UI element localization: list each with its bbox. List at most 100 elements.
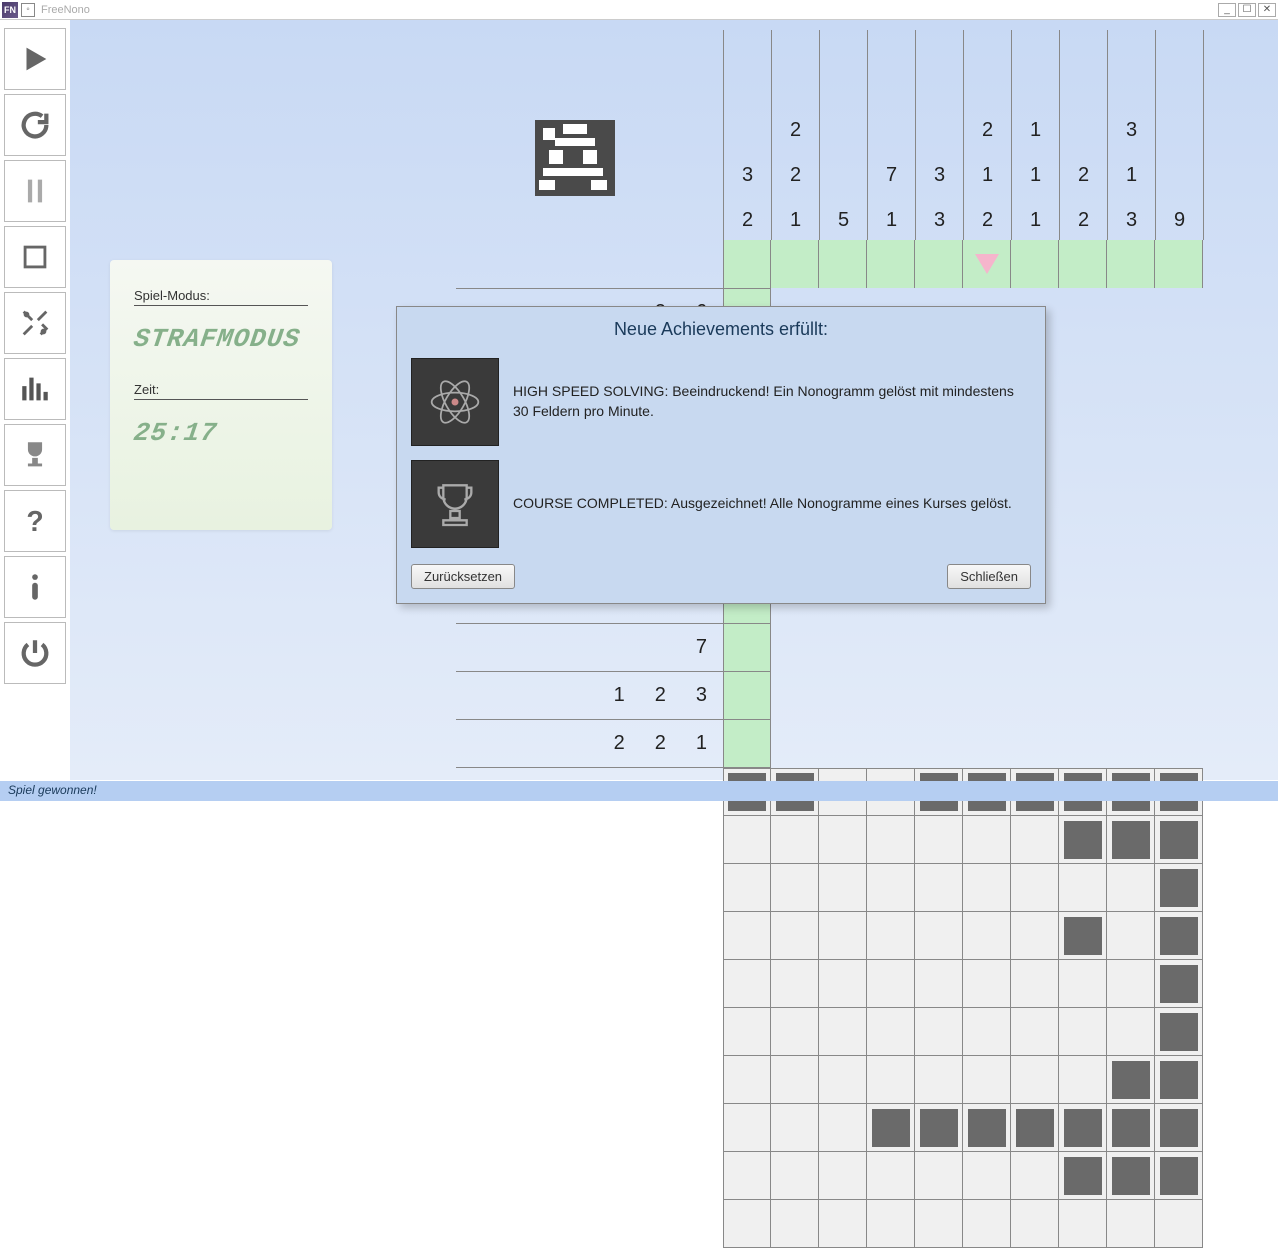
grid-cell[interactable] [1107, 1200, 1155, 1248]
grid-cell[interactable] [819, 1152, 867, 1200]
sys-menu-icon[interactable]: ◦ [21, 3, 35, 17]
settings-button[interactable] [4, 292, 66, 354]
grid-cell[interactable] [867, 864, 915, 912]
grid-cell[interactable] [771, 1152, 819, 1200]
grid-cell[interactable] [963, 1056, 1011, 1104]
grid-cell[interactable] [723, 1008, 771, 1056]
grid-cell[interactable] [1059, 1200, 1107, 1248]
pause-button[interactable] [4, 160, 66, 222]
grid-cell[interactable] [819, 912, 867, 960]
stop-button[interactable] [4, 226, 66, 288]
achievements-button[interactable] [4, 424, 66, 486]
grid-cell[interactable] [1155, 912, 1203, 960]
grid-cell[interactable] [1059, 1056, 1107, 1104]
grid-cell[interactable] [771, 864, 819, 912]
grid-cell[interactable] [963, 816, 1011, 864]
grid-cell[interactable] [867, 912, 915, 960]
nonogram-grid[interactable] [723, 768, 1203, 1248]
grid-cell[interactable] [1011, 816, 1059, 864]
grid-cell[interactable] [1107, 816, 1155, 864]
close-button[interactable]: ✕ [1258, 3, 1276, 17]
grid-cell[interactable] [723, 816, 771, 864]
maximize-button[interactable]: ☐ [1238, 3, 1256, 17]
grid-cell[interactable] [963, 1104, 1011, 1152]
grid-cell[interactable] [1011, 1152, 1059, 1200]
grid-cell[interactable] [1155, 1056, 1203, 1104]
grid-cell[interactable] [1011, 1008, 1059, 1056]
grid-cell[interactable] [1107, 912, 1155, 960]
grid-cell[interactable] [1059, 1104, 1107, 1152]
grid-cell[interactable] [1155, 1008, 1203, 1056]
grid-cell[interactable] [771, 1008, 819, 1056]
grid-cell[interactable] [771, 1056, 819, 1104]
grid-cell[interactable] [819, 1104, 867, 1152]
grid-cell[interactable] [1011, 1200, 1059, 1248]
grid-cell[interactable] [915, 1008, 963, 1056]
close-dialog-button[interactable]: Schließen [947, 564, 1031, 589]
grid-cell[interactable] [723, 1056, 771, 1104]
grid-cell[interactable] [1107, 1056, 1155, 1104]
grid-cell[interactable] [771, 960, 819, 1008]
grid-cell[interactable] [819, 1008, 867, 1056]
grid-cell[interactable] [723, 960, 771, 1008]
grid-cell[interactable] [819, 1056, 867, 1104]
grid-cell[interactable] [723, 912, 771, 960]
grid-cell[interactable] [1059, 960, 1107, 1008]
grid-cell[interactable] [1059, 912, 1107, 960]
grid-cell[interactable] [1059, 864, 1107, 912]
grid-cell[interactable] [915, 912, 963, 960]
grid-cell[interactable] [819, 864, 867, 912]
grid-cell[interactable] [963, 1152, 1011, 1200]
grid-cell[interactable] [723, 1104, 771, 1152]
grid-cell[interactable] [1155, 816, 1203, 864]
grid-cell[interactable] [915, 1200, 963, 1248]
grid-cell[interactable] [819, 960, 867, 1008]
grid-cell[interactable] [867, 1008, 915, 1056]
grid-cell[interactable] [819, 1200, 867, 1248]
grid-cell[interactable] [1107, 1152, 1155, 1200]
grid-cell[interactable] [867, 960, 915, 1008]
grid-cell[interactable] [771, 816, 819, 864]
grid-cell[interactable] [1011, 960, 1059, 1008]
grid-cell[interactable] [915, 1152, 963, 1200]
info-button[interactable] [4, 556, 66, 618]
grid-cell[interactable] [963, 912, 1011, 960]
play-button[interactable] [4, 28, 66, 90]
grid-cell[interactable] [1107, 864, 1155, 912]
grid-cell[interactable] [1011, 1104, 1059, 1152]
help-button[interactable]: ? [4, 490, 66, 552]
grid-cell[interactable] [1155, 1152, 1203, 1200]
grid-cell[interactable] [1155, 960, 1203, 1008]
grid-cell[interactable] [915, 960, 963, 1008]
grid-cell[interactable] [1155, 1200, 1203, 1248]
grid-cell[interactable] [723, 1200, 771, 1248]
reset-button[interactable]: Zurücksetzen [411, 564, 515, 589]
grid-cell[interactable] [1011, 1056, 1059, 1104]
grid-cell[interactable] [963, 960, 1011, 1008]
grid-cell[interactable] [1011, 864, 1059, 912]
grid-cell[interactable] [771, 1200, 819, 1248]
grid-cell[interactable] [963, 1008, 1011, 1056]
grid-cell[interactable] [1059, 1152, 1107, 1200]
grid-cell[interactable] [867, 1104, 915, 1152]
grid-cell[interactable] [1011, 912, 1059, 960]
grid-cell[interactable] [723, 864, 771, 912]
grid-cell[interactable] [867, 816, 915, 864]
power-button[interactable] [4, 622, 66, 684]
grid-cell[interactable] [1107, 960, 1155, 1008]
minimize-button[interactable]: _ [1218, 3, 1236, 17]
grid-cell[interactable] [963, 1200, 1011, 1248]
grid-cell[interactable] [1059, 816, 1107, 864]
grid-cell[interactable] [1059, 1008, 1107, 1056]
grid-cell[interactable] [723, 1152, 771, 1200]
grid-cell[interactable] [963, 864, 1011, 912]
grid-cell[interactable] [867, 1152, 915, 1200]
grid-cell[interactable] [1155, 864, 1203, 912]
grid-cell[interactable] [1107, 1008, 1155, 1056]
grid-cell[interactable] [771, 1104, 819, 1152]
grid-cell[interactable] [1155, 1104, 1203, 1152]
grid-cell[interactable] [867, 1056, 915, 1104]
grid-cell[interactable] [915, 816, 963, 864]
grid-cell[interactable] [771, 912, 819, 960]
stats-button[interactable] [4, 358, 66, 420]
